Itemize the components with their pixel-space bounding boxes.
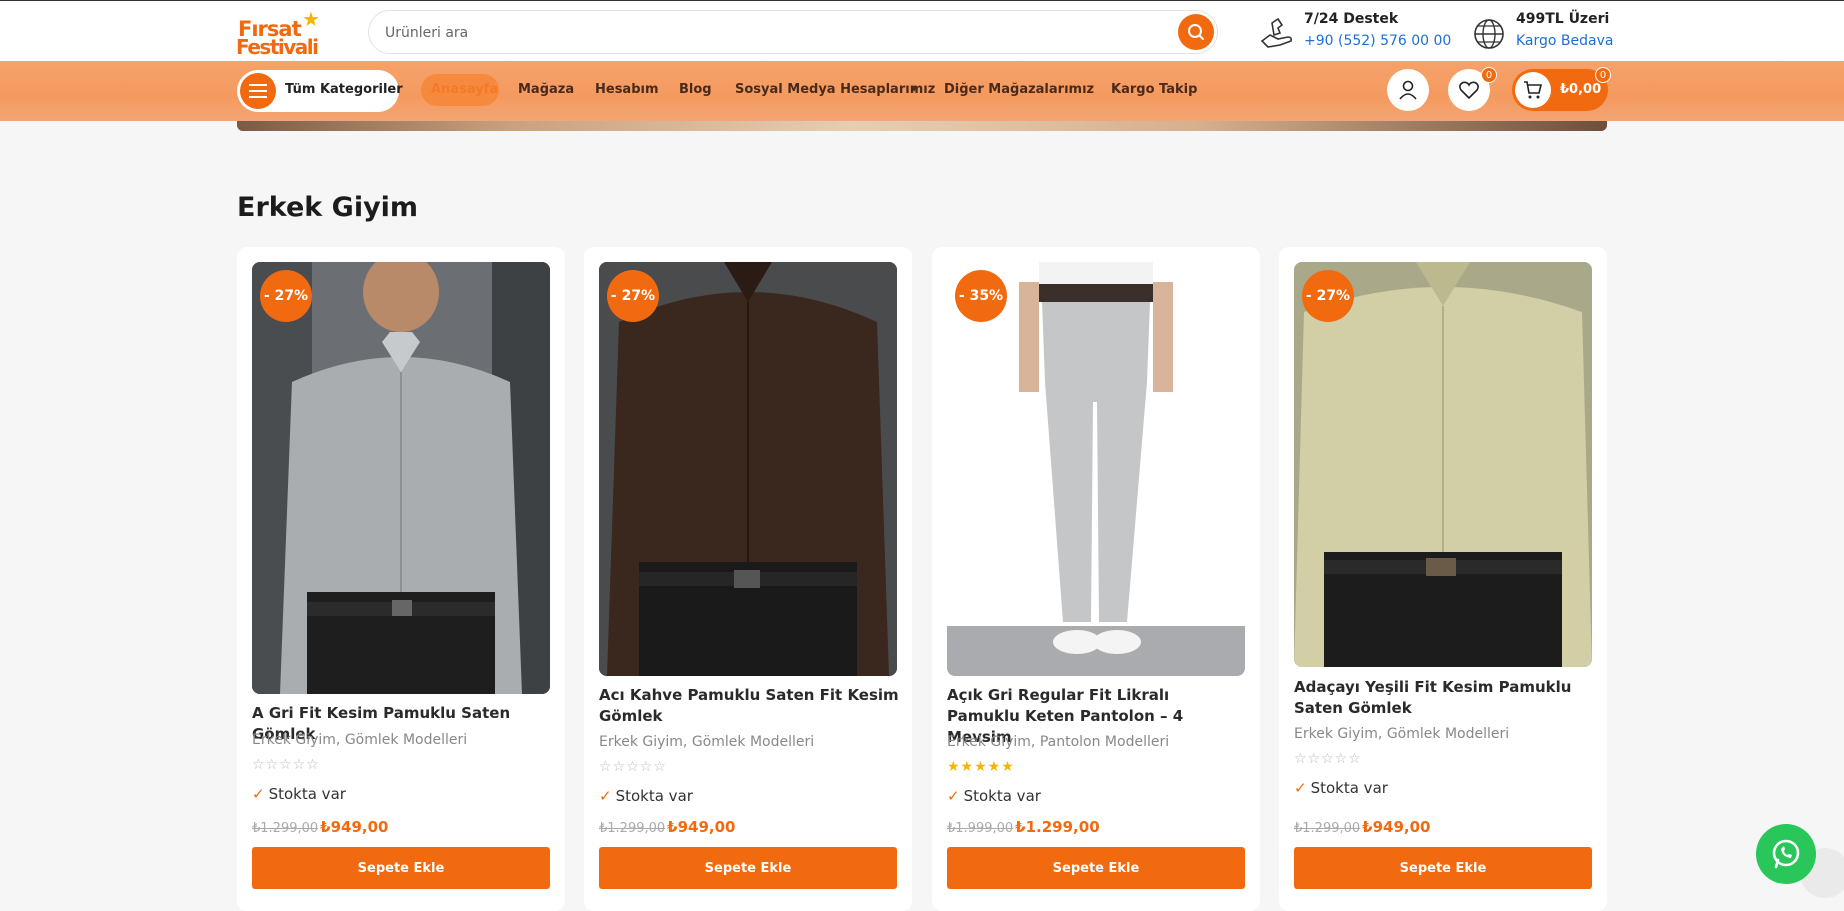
sale-price: ₺949,00 <box>1362 818 1431 836</box>
star-icon: ★ <box>302 7 320 31</box>
site-logo[interactable]: Fırsat Festivali ★ <box>236 7 328 59</box>
product-image[interactable]: - 35% <box>947 262 1245 676</box>
product-card: - 27% A Gri Fit Kesim Pamuklu Saten Göml… <box>237 247 565 911</box>
discount-badge: - 27% <box>260 270 312 322</box>
cart-total: ₺0,00 <box>1560 82 1602 97</box>
discount-badge: - 27% <box>607 270 659 322</box>
cargo-title: 499TL Üzeri <box>1516 11 1610 27</box>
phone-hand-icon <box>1260 17 1292 48</box>
check-icon: ✓ <box>599 787 612 805</box>
chevron-down-icon: ▼ <box>911 84 918 93</box>
product-image[interactable]: - 27% <box>1294 262 1592 667</box>
product-card: - 35% Açık Gri Regular Fit Likralı Pamuk… <box>932 247 1260 911</box>
old-price: ₺1.299,00 <box>252 821 319 836</box>
product-name[interactable]: Adaçayı Yeşili Fit Kesim Pamuklu Saten G… <box>1294 677 1594 719</box>
product-categories[interactable]: Erkek Giyim, Gömlek Modelleri <box>252 732 467 748</box>
add-to-cart-button[interactable]: Sepete Ekle <box>252 847 550 889</box>
search-bar <box>368 10 1218 54</box>
stock-label: Stokta var <box>268 785 346 803</box>
cart-icon <box>1515 72 1551 108</box>
product-price: ₺1.299,00 ₺949,00 <box>1294 818 1431 836</box>
heart-icon <box>1459 81 1479 100</box>
rating-stars-icon: ☆☆☆☆☆ <box>252 757 320 773</box>
sage-shirt-photo <box>1294 262 1592 667</box>
all-categories-button[interactable]: Tüm Kategoriler <box>237 70 403 112</box>
old-price: ₺1.999,00 <box>947 821 1014 836</box>
hamburger-icon <box>240 73 276 109</box>
cart-button[interactable]: ₺0,00 <box>1512 69 1608 111</box>
section-title: Erkek Giyim <box>237 192 419 223</box>
search-button[interactable] <box>1178 14 1214 50</box>
stock-status: ✓ Stokta var <box>252 785 346 803</box>
product-card: - 27% Acı Kahve Pamuklu Saten Fit Kesim … <box>584 247 912 911</box>
stock-status: ✓ Stokta var <box>1294 779 1388 797</box>
discount-badge: - 35% <box>955 270 1007 322</box>
discount-badge: - 27% <box>1302 270 1354 322</box>
check-icon: ✓ <box>1294 779 1307 797</box>
wishlist-count-badge: 0 <box>1481 67 1497 83</box>
all-categories-label: Tüm Kategoriler <box>285 82 403 97</box>
product-card: - 27% Adaçayı Yeşili Fit Kesim Pamuklu S… <box>1279 247 1607 911</box>
check-icon: ✓ <box>947 787 960 805</box>
whatsapp-icon <box>1772 839 1800 869</box>
sale-price: ₺949,00 <box>667 818 736 836</box>
stock-status: ✓ Stokta var <box>599 787 693 805</box>
brown-shirt-photo <box>599 262 897 676</box>
support-info: 7/24 Destek +90 (552) 576 00 00 <box>1258 9 1451 55</box>
nav-item-home[interactable]: Anasayfa <box>421 74 499 106</box>
rating-stars-icon: ☆☆☆☆☆ <box>599 759 667 775</box>
sale-price: ₺949,00 <box>320 818 389 836</box>
add-to-cart-button[interactable]: Sepete Ekle <box>599 847 897 889</box>
logo-line2: Festivali <box>236 35 319 59</box>
stock-label: Stokta var <box>1310 779 1388 797</box>
globe-icon <box>1474 19 1504 49</box>
main-nav: Tüm Kategoriler Anasayfa Mağaza Hesabım … <box>0 61 1844 121</box>
stock-status: ✓ Stokta var <box>947 787 1041 805</box>
gray-trousers-photo <box>947 262 1245 676</box>
add-to-cart-button[interactable]: Sepete Ekle <box>1294 847 1592 889</box>
cart-count-badge: 0 <box>1595 67 1611 83</box>
product-name[interactable]: Acı Kahve Pamuklu Saten Fit Kesim Gömlek <box>599 685 899 727</box>
stock-label: Stokta var <box>963 787 1041 805</box>
product-categories[interactable]: Erkek Giyim, Gömlek Modelleri <box>1294 726 1509 742</box>
cargo-info: 499TL Üzeri Kargo Bedava <box>1470 9 1620 55</box>
support-title: 7/24 Destek <box>1304 11 1399 27</box>
whatsapp-button[interactable] <box>1756 824 1816 884</box>
search-input[interactable] <box>385 21 1165 45</box>
product-price: ₺1.299,00 ₺949,00 <box>599 818 736 836</box>
product-categories[interactable]: Erkek Giyim, Pantolon Modelleri <box>947 734 1169 750</box>
nav-item-cargo-tracking[interactable]: Kargo Takip <box>1111 82 1197 97</box>
nav-item-social[interactable]: Sosyal Medya Hesaplarımız <box>735 82 935 97</box>
stock-label: Stokta var <box>615 787 693 805</box>
nav-home-label: Anasayfa <box>431 82 499 97</box>
rating-stars-icon: ☆☆☆☆☆ <box>1294 751 1362 767</box>
cargo-sub-link[interactable]: Kargo Bedava <box>1516 33 1613 49</box>
old-price: ₺1.299,00 <box>1294 821 1361 836</box>
search-icon <box>1188 24 1204 40</box>
product-image[interactable]: - 27% <box>599 262 897 676</box>
old-price: ₺1.299,00 <box>599 821 666 836</box>
top-header: Fırsat Festivali ★ 7/24 Destek +90 (552)… <box>0 0 1844 61</box>
nav-item-blog[interactable]: Blog <box>679 82 712 97</box>
gray-shirt-photo <box>252 262 550 694</box>
nav-item-account[interactable]: Hesabım <box>595 82 659 97</box>
product-price: ₺1.299,00 ₺949,00 <box>252 818 389 836</box>
check-icon: ✓ <box>252 785 265 803</box>
product-price: ₺1.999,00 ₺1.299,00 <box>947 818 1100 836</box>
nav-item-other-stores[interactable]: Diğer Mağazalarımız <box>944 82 1094 97</box>
user-icon <box>1399 80 1417 100</box>
nav-item-store[interactable]: Mağaza <box>518 82 574 97</box>
product-image[interactable]: - 27% <box>252 262 550 694</box>
support-phone-link[interactable]: +90 (552) 576 00 00 <box>1304 33 1451 49</box>
sale-price: ₺1.299,00 <box>1015 818 1100 836</box>
rating-stars-icon: ★★★★★ <box>947 759 1015 775</box>
account-button[interactable] <box>1387 69 1429 111</box>
hero-banner-edge <box>237 121 1607 131</box>
add-to-cart-button[interactable]: Sepete Ekle <box>947 847 1245 889</box>
product-categories[interactable]: Erkek Giyim, Gömlek Modelleri <box>599 734 814 750</box>
